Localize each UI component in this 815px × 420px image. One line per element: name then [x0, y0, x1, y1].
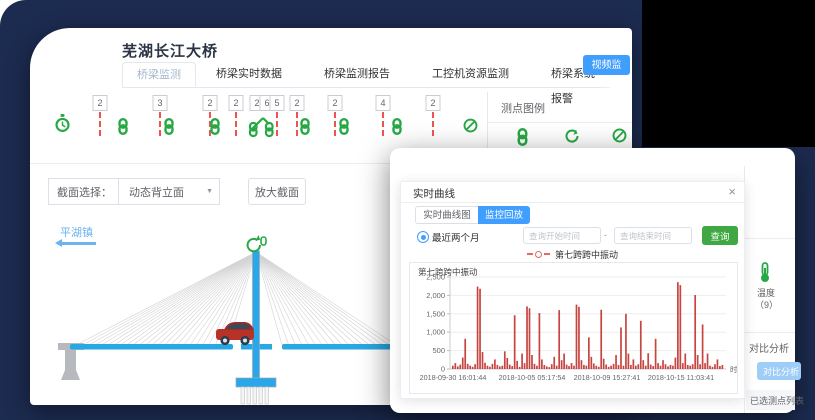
tab-monitor-playback[interactable]: 监控回放	[478, 206, 530, 224]
svg-text:1,500: 1,500	[426, 309, 445, 318]
selected-points-list-header: 已选测点列表	[746, 390, 795, 410]
legend-ring-icon	[535, 251, 542, 258]
bridge-elevation-drawing	[30, 210, 440, 405]
section-select-label: 截面选择：	[49, 184, 118, 200]
right-side-panel: 温度 （9） 对比分析 对比分析 已选测点列表	[744, 166, 795, 413]
sensor-count-badge: 4	[376, 95, 391, 111]
black-screen-region	[642, 0, 815, 147]
divider	[488, 122, 632, 123]
bridge-deck	[70, 344, 398, 350]
stopwatch-icon[interactable]	[54, 114, 71, 138]
svg-text:500: 500	[432, 346, 445, 355]
crack-gauge-marker	[432, 112, 434, 136]
main-tab-2[interactable]: 桥梁监测报告	[310, 62, 404, 87]
sensor-count-badge: 2	[426, 95, 441, 111]
tab-realtime-curve[interactable]: 实时曲线图	[415, 206, 479, 224]
svg-text:2,000: 2,000	[426, 291, 445, 300]
crack-gauge-marker	[334, 112, 336, 136]
temperature-count: （9）	[755, 298, 778, 311]
sensor-count-badge: 2	[328, 95, 343, 111]
crack-gauge-marker	[159, 112, 161, 136]
divider	[745, 238, 795, 239]
section-select-box: 截面选择： 动态背立面 ▼	[48, 178, 220, 205]
crack-gauge-marker	[296, 112, 298, 136]
sensor-count-badge: 2	[229, 95, 244, 111]
query-end-time-input[interactable]	[614, 227, 692, 244]
close-icon[interactable]: ×	[728, 184, 736, 200]
crack-gauge-marker	[235, 112, 237, 136]
section-select-value: 动态背立面	[129, 184, 184, 200]
svg-text:时间: 时间	[730, 364, 737, 374]
query-button[interactable]: 查询	[702, 226, 738, 245]
sensor-count-badge: 5	[270, 95, 285, 111]
main-tab-3[interactable]: 工控机资源监测	[418, 62, 523, 87]
sensor-count-badge: 2	[203, 95, 218, 111]
query-start-time-input[interactable]	[523, 227, 601, 244]
realtime-curve-dialog: 实时曲线 × 实时曲线图 监控回放 最近两个月 - 查询 第七跨跨中振动 第七跨…	[400, 181, 745, 399]
compare-analysis-header: 对比分析	[749, 340, 789, 355]
crack-gauge-marker	[99, 112, 101, 136]
compare-analysis-button[interactable]: 对比分析	[757, 362, 801, 380]
legend-line-icon	[527, 253, 533, 255]
svg-text:2018-10-05 05:17:54: 2018-10-05 05:17:54	[499, 373, 566, 382]
point-legend-title: 测点图例	[501, 100, 545, 116]
rotation-icon	[564, 128, 580, 149]
chevron-down-icon: ▼	[206, 188, 213, 195]
sensor-count-badge: 2	[290, 95, 305, 111]
chain-link-icon[interactable]	[117, 118, 129, 140]
sensor-count-badge: 3	[153, 95, 168, 111]
svg-text:1,000: 1,000	[426, 328, 445, 337]
range-separator: -	[604, 230, 607, 240]
sensor-count-badge: 2	[93, 95, 108, 111]
legend-line-icon	[544, 253, 550, 255]
chart-legend[interactable]: 第七跨跨中振动	[401, 248, 744, 260]
chart-title: 第七跨跨中振动	[418, 266, 478, 278]
vibration-chart: 第七跨跨中振动 05001,0001,5002,0002,5002018-09-…	[409, 262, 738, 394]
crack-gauge-marker	[382, 112, 384, 136]
main-tab-1[interactable]: 桥梁实时数据	[202, 62, 296, 87]
legend-label: 第七跨跨中振动	[555, 248, 618, 261]
section-select[interactable]: 动态背立面 ▼	[118, 179, 219, 204]
car	[216, 322, 254, 345]
rotation-sensor-icon	[248, 235, 266, 251]
chain-link-icon[interactable]	[163, 118, 175, 140]
svg-text:2018-09-30 16:01:44: 2018-09-30 16:01:44	[420, 373, 487, 382]
page-title: 芜湖长江大桥	[122, 40, 218, 61]
last-two-months-label: 最近两个月	[432, 230, 480, 244]
svg-text:2018-10-15 11:03:41: 2018-10-15 11:03:41	[648, 373, 714, 382]
expansion-joint-icon[interactable]	[247, 116, 277, 143]
realtime-curve-window: 温度 （9） 对比分析 对比分析 已选测点列表 实时曲线 × 实时曲线图 监控回…	[390, 148, 795, 413]
svg-text:2018-10-09 15:27:41: 2018-10-09 15:27:41	[574, 373, 641, 382]
dialog-title: 实时曲线	[413, 186, 455, 201]
ban-icon	[612, 128, 627, 148]
main-tabbar: 桥梁监测桥梁实时数据桥梁监测报告工控机资源监测桥梁系统报警	[122, 62, 610, 88]
chain-link-icon[interactable]	[299, 118, 311, 140]
last-two-months-radio[interactable]	[417, 231, 429, 243]
chain-link-icon[interactable]	[391, 118, 403, 140]
video-monitor-button[interactable]: 视频监控	[583, 55, 630, 75]
ban-icon	[463, 118, 478, 138]
dialog-header: 实时曲线 ×	[401, 182, 744, 203]
chain-link-icon[interactable]	[338, 118, 350, 140]
thermometer-icon	[759, 262, 771, 283]
chart-plot: 05001,0001,5002,0002,5002018-09-30 16:01…	[410, 263, 737, 393]
screenshot-stage: 芜湖长江大桥 桥梁监测桥梁实时数据桥梁监测报告工控机资源监测桥梁系统报警 视频监…	[0, 0, 815, 420]
enlarge-section-button[interactable]: 放大截面	[248, 178, 306, 205]
bridge-piles	[241, 387, 269, 404]
divider	[745, 332, 795, 333]
chain-link-icon[interactable]	[209, 118, 221, 140]
main-tab-0[interactable]: 桥梁监测	[122, 62, 196, 87]
